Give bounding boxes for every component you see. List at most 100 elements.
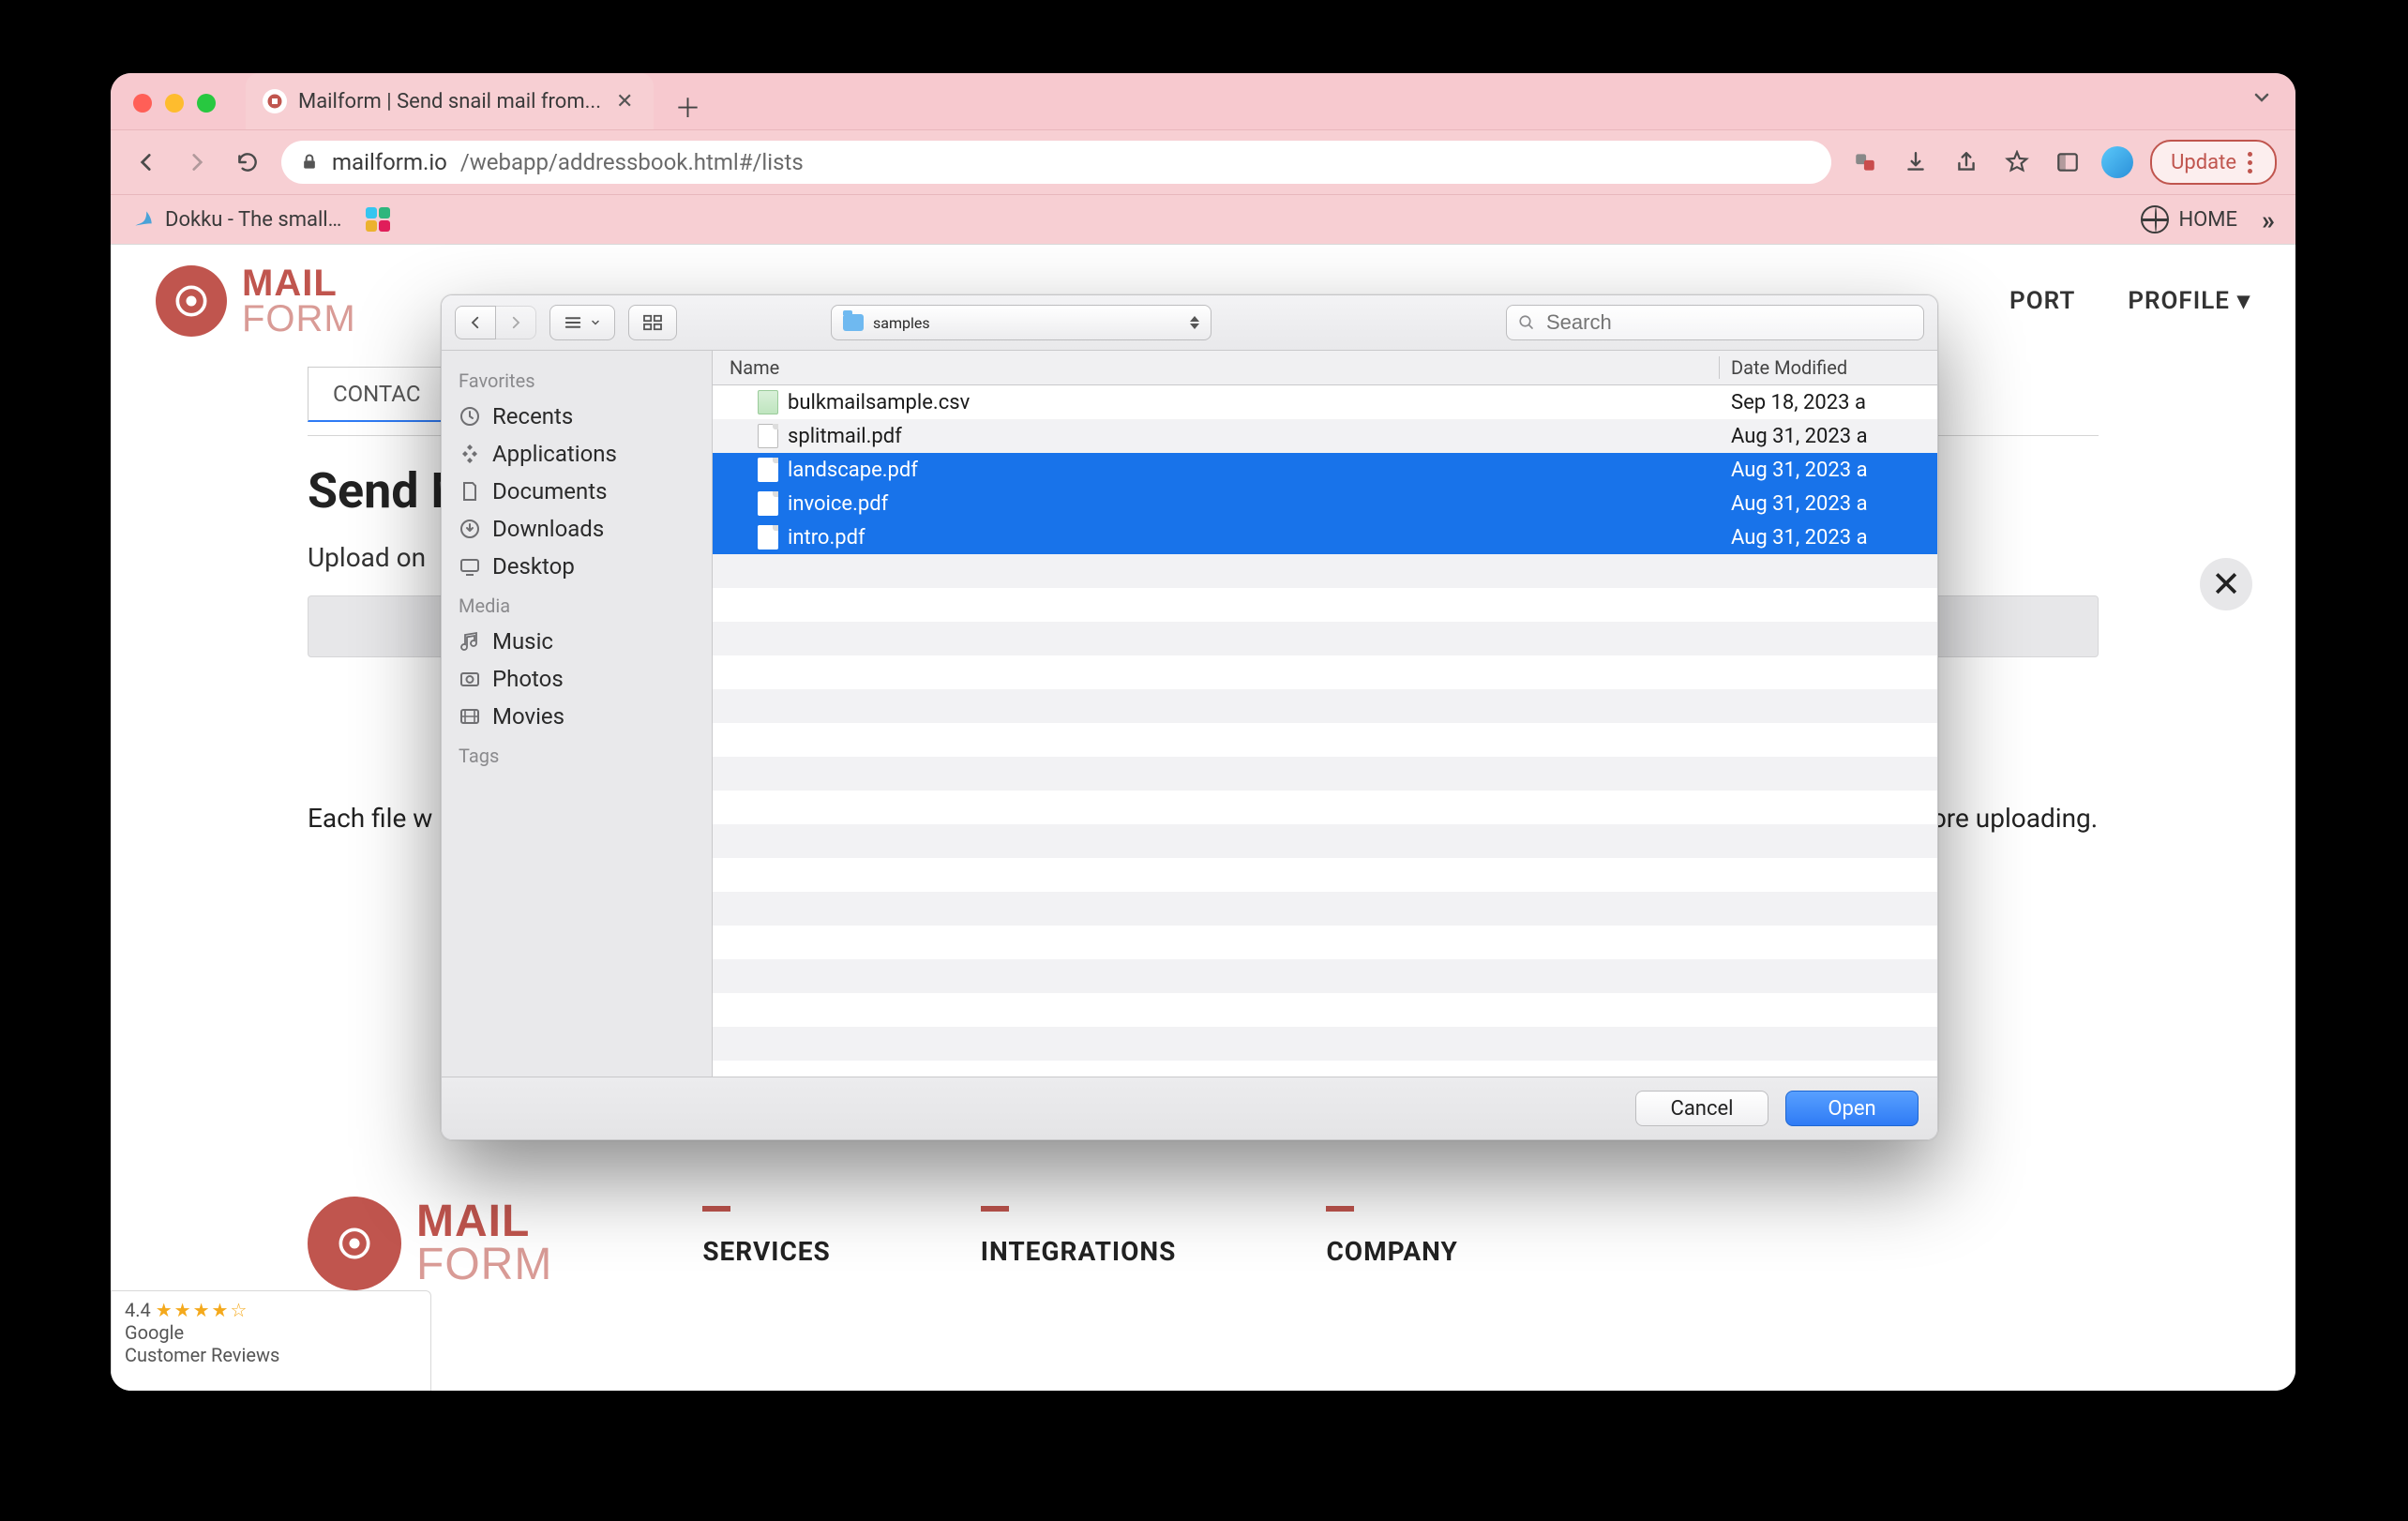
brand-line2: FORM bbox=[416, 1243, 552, 1287]
brand-line1: MAIL bbox=[416, 1200, 552, 1243]
file-row[interactable]: bulkmailsample.csv Sep 18, 2023 a bbox=[713, 385, 1937, 419]
browser-tab[interactable]: Mailform | Send snail mail from... ✕ bbox=[246, 73, 654, 129]
bookmark-dokku[interactable]: Dokku - The small… bbox=[131, 207, 341, 232]
tab-title: Mailform | Send snail mail from... bbox=[298, 90, 601, 113]
folder-icon bbox=[843, 314, 864, 331]
tabstrip: Mailform | Send snail mail from... ✕ ＋ bbox=[111, 73, 2295, 130]
traffic-minimize-icon[interactable] bbox=[165, 94, 184, 113]
bookmark-home[interactable]: HOME bbox=[2141, 205, 2237, 233]
traffic-close-icon[interactable] bbox=[133, 94, 152, 113]
dialog-search[interactable] bbox=[1506, 305, 1924, 340]
file-date: Aug 31, 2023 a bbox=[1720, 459, 1937, 482]
file-name: bulkmailsample.csv bbox=[788, 391, 970, 414]
update-label: Update bbox=[2171, 151, 2236, 174]
search-input[interactable] bbox=[1544, 309, 1912, 336]
tabs-overflow-icon[interactable] bbox=[2250, 86, 2273, 109]
address-bar[interactable]: mailform.io/webapp/addressbook.html#/lis… bbox=[281, 141, 1831, 184]
file-rows: bulkmailsample.csv Sep 18, 2023 a splitmai… bbox=[713, 385, 1937, 1077]
sidebar-item-photos[interactable]: Photos bbox=[442, 660, 712, 698]
dialog-back-button[interactable] bbox=[455, 306, 496, 339]
slack-icon bbox=[366, 207, 390, 232]
bookmark-label: HOME bbox=[2178, 208, 2237, 232]
group-button[interactable] bbox=[628, 305, 677, 340]
profile-avatar-icon[interactable] bbox=[2101, 146, 2133, 178]
bookmarks-overflow-icon[interactable]: » bbox=[2262, 204, 2275, 235]
url-host: mailform.io bbox=[332, 149, 447, 175]
traffic-zoom-icon[interactable] bbox=[197, 94, 216, 113]
sidebar-header-favorites: Favorites bbox=[442, 360, 712, 398]
file-date: Aug 31, 2023 a bbox=[1720, 425, 1937, 448]
sidebar-item-desktop[interactable]: Desktop bbox=[442, 548, 712, 585]
pdf-file-icon bbox=[758, 491, 778, 516]
reload-button[interactable] bbox=[231, 145, 264, 179]
file-name: intro.pdf bbox=[788, 526, 865, 550]
dialog-footer: Cancel Open bbox=[442, 1077, 1937, 1139]
folder-dropdown[interactable]: samples bbox=[831, 305, 1212, 340]
tab-close-icon[interactable]: ✕ bbox=[612, 90, 637, 113]
sidebar-item-music[interactable]: Music bbox=[442, 623, 712, 660]
col-name[interactable]: Name bbox=[713, 356, 1719, 379]
file-name: splitmail.pdf bbox=[788, 425, 902, 448]
nav-support[interactable]: PORT bbox=[2009, 287, 2075, 315]
file-open-dialog: samples Favorites Recents Applications bbox=[441, 294, 1938, 1140]
open-button[interactable]: Open bbox=[1785, 1091, 1919, 1126]
pdf-file-icon bbox=[758, 525, 778, 550]
window-controls bbox=[111, 94, 238, 129]
cancel-button[interactable]: Cancel bbox=[1635, 1091, 1768, 1126]
brand-line2: FORM bbox=[242, 301, 356, 337]
sidebar-item-documents[interactable]: Documents bbox=[442, 473, 712, 510]
brand-logo[interactable]: MAIL FORM bbox=[156, 265, 356, 337]
file-list: Name Date Modified bulkmailsample.csv Sep… bbox=[713, 351, 1937, 1077]
file-row[interactable]: intro.pdfAug 31, 2023 a bbox=[713, 520, 1937, 554]
tab-contacts[interactable]: CONTAC bbox=[308, 367, 445, 422]
file-row[interactable]: invoice.pdf Aug 31, 2023 a bbox=[713, 487, 1937, 520]
sidebar-item-applications[interactable]: Applications bbox=[442, 435, 712, 473]
bookmark-star-icon[interactable] bbox=[2000, 145, 2034, 179]
file-name: invoice.pdf bbox=[788, 492, 888, 516]
sidebar-item-downloads[interactable]: Downloads bbox=[442, 510, 712, 548]
reviews-line2: Customer Reviews bbox=[125, 1344, 417, 1366]
dialog-forward-button[interactable] bbox=[495, 306, 536, 339]
sidebar-item-recents[interactable]: Recents bbox=[442, 398, 712, 435]
update-button[interactable]: Update bbox=[2150, 140, 2277, 185]
download-icon[interactable] bbox=[1899, 145, 1933, 179]
sidepanel-icon[interactable] bbox=[2051, 145, 2084, 179]
google-reviews-badge[interactable]: 4.4 ★★★★☆ Google Customer Reviews bbox=[111, 1290, 431, 1391]
file-columns-header: Name Date Modified bbox=[713, 351, 1937, 385]
pdf-file-icon bbox=[758, 424, 778, 448]
close-panel-button[interactable]: ✕ bbox=[2200, 558, 2252, 610]
accent-rule bbox=[981, 1206, 1009, 1212]
more-menu-icon bbox=[2248, 152, 2252, 173]
col-date[interactable]: Date Modified bbox=[1719, 356, 1937, 379]
rating-value: 4.4 bbox=[125, 1299, 151, 1321]
snail-icon bbox=[308, 1197, 401, 1290]
search-icon bbox=[1518, 314, 1535, 331]
url-path: /webapp/addressbook.html#/lists bbox=[460, 149, 804, 175]
brand-text: MAIL FORM bbox=[242, 265, 356, 337]
browser-window: Mailform | Send snail mail from... ✕ ＋ m… bbox=[111, 73, 2295, 1391]
file-date: Sep 18, 2023 a bbox=[1720, 391, 1937, 414]
main-nav: PORT PROFILE ▾ bbox=[2009, 287, 2250, 315]
page-footer: MAIL FORM SERVICES INTEGRATIONS COMPANY bbox=[111, 1168, 2295, 1391]
nav-profile[interactable]: PROFILE ▾ bbox=[2128, 287, 2250, 315]
back-button[interactable] bbox=[129, 145, 163, 179]
file-name: landscape.pdf bbox=[788, 459, 918, 482]
lock-icon bbox=[300, 153, 319, 172]
file-row[interactable]: splitmail.pdf Aug 31, 2023 a bbox=[713, 419, 1937, 453]
translate-icon[interactable] bbox=[1848, 145, 1882, 179]
share-icon[interactable] bbox=[1949, 145, 1983, 179]
csv-file-icon bbox=[758, 390, 778, 414]
sidebar-item-movies[interactable]: Movies bbox=[442, 698, 712, 735]
bookmark-slack[interactable] bbox=[366, 207, 390, 232]
browser-toolbar: mailform.io/webapp/addressbook.html#/lis… bbox=[111, 130, 2295, 195]
file-date: Aug 31, 2023 a bbox=[1720, 492, 1937, 516]
sidebar-header-media: Media bbox=[442, 585, 712, 623]
brand-line1: MAIL bbox=[242, 265, 356, 301]
chevron-down-icon bbox=[590, 317, 601, 328]
file-row[interactable]: landscape.pdf Aug 31, 2023 a bbox=[713, 453, 1937, 487]
new-tab-button[interactable]: ＋ bbox=[669, 88, 706, 126]
nav-segment bbox=[455, 306, 536, 339]
view-mode-button[interactable] bbox=[549, 305, 615, 340]
bookmarks-bar: Dokku - The small… HOME » bbox=[111, 195, 2295, 245]
forward-button[interactable] bbox=[180, 145, 214, 179]
